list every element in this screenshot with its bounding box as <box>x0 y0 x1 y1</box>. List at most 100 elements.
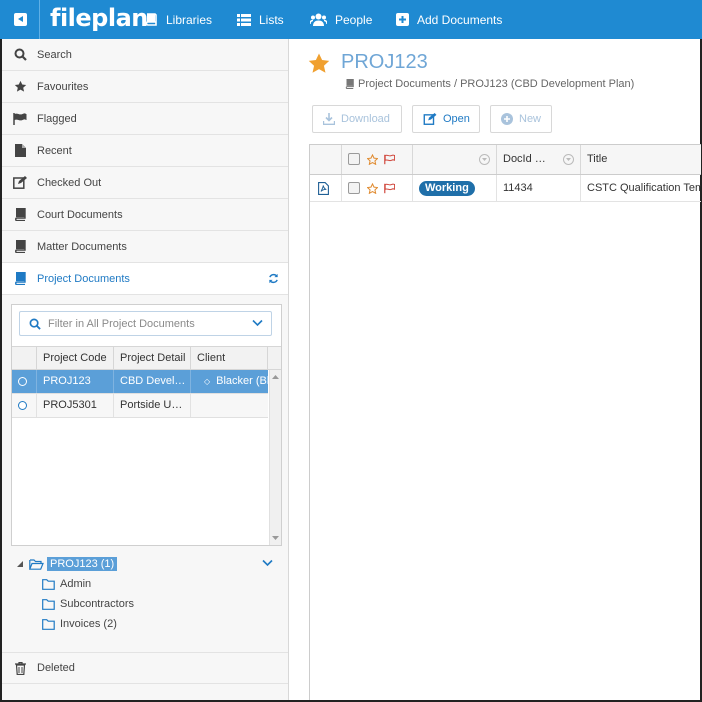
tree-root[interactable]: PROJ123 (1) <box>16 555 118 573</box>
project-panel: Filter in All Project Documents Project … <box>11 304 282 546</box>
icon-column-header <box>310 145 342 174</box>
sidebar-item-deleted[interactable]: Deleted <box>2 652 288 684</box>
favourite-star-icon[interactable] <box>308 53 330 74</box>
nav-lists-label: Lists <box>259 12 284 27</box>
flag-outline-icon[interactable] <box>384 154 396 165</box>
sidebar-item-label: Court Documents <box>37 208 123 221</box>
star-outline-icon[interactable] <box>366 182 379 194</box>
refresh-icon[interactable] <box>268 273 279 284</box>
nav-libraries[interactable]: Libraries <box>145 0 212 39</box>
sidebar-item-project-documents[interactable]: Project Documents <box>2 263 288 295</box>
client-cell <box>190 394 268 417</box>
book-icon <box>15 272 26 285</box>
select-all-checkbox[interactable] <box>348 153 360 166</box>
expand-arrow-icon[interactable] <box>16 560 24 568</box>
new-button[interactable]: New <box>490 105 552 133</box>
project-row[interactable]: PROJ5301 Portside U… <box>12 394 268 418</box>
sidebar-item-checked-out[interactable]: Checked Out <box>2 167 288 199</box>
project-code-cell: PROJ5301 <box>36 394 113 417</box>
download-label: Download <box>341 113 390 125</box>
edit-icon <box>13 176 27 189</box>
scroll-up-icon[interactable] <box>270 373 281 381</box>
row-radio[interactable] <box>18 401 27 410</box>
column-header-project-detail[interactable]: Project Detail <box>113 347 190 370</box>
sidebar-item-matter-documents[interactable]: Matter Documents <box>2 231 288 263</box>
sidebar-item-label: Flagged <box>37 112 77 125</box>
select-column-header <box>12 347 36 370</box>
documents-grid-header: DocId … Title <box>310 144 701 175</box>
nav-add-documents-label: Add Documents <box>417 12 503 27</box>
tree-folder-admin[interactable]: Admin <box>42 575 91 593</box>
flag-outline-icon[interactable] <box>384 183 396 194</box>
collapse-sidebar-button[interactable] <box>2 0 40 39</box>
filter-placeholder: Filter in All Project Documents <box>48 317 195 330</box>
row-radio[interactable] <box>18 377 27 386</box>
tree-folder-label: Subcontractors <box>60 598 134 610</box>
tree-folder-invoices[interactable]: Invoices (2) <box>42 615 117 633</box>
status-column-header[interactable] <box>413 145 497 174</box>
column-header-project-code[interactable]: Project Code <box>36 347 113 370</box>
column-header-docid[interactable]: DocId … <box>497 145 581 174</box>
book-icon <box>15 240 26 253</box>
chevron-down-icon[interactable] <box>252 319 263 327</box>
project-filter-input[interactable]: Filter in All Project Documents <box>19 311 272 336</box>
book-icon <box>345 79 354 89</box>
folder-icon <box>42 598 55 610</box>
column-header-title[interactable]: Title <box>581 145 701 174</box>
title-cell: CSTC Qualification Tem <box>587 182 701 194</box>
document-row[interactable]: Working 11434 CSTC Qualification Tem <box>310 175 701 202</box>
project-grid-header: Project Code Project Detail Client <box>12 346 281 370</box>
download-button[interactable]: Download <box>312 105 402 133</box>
project-row[interactable]: PROJ123 CBD Devel… ◇ Blacker (Bl <box>12 370 268 394</box>
nav-add-documents[interactable]: Add Documents <box>396 0 502 39</box>
row-checkbox[interactable] <box>348 182 360 195</box>
folder-icon <box>42 578 55 590</box>
book-icon <box>145 13 157 26</box>
edit-icon <box>423 113 437 125</box>
folder-icon <box>42 618 55 630</box>
nav-people-label: People <box>335 12 373 27</box>
main-content: PROJ123 Project Documents / PROJ123 (CBD… <box>290 39 701 700</box>
plus-circle-icon <box>501 113 513 125</box>
pdf-icon <box>318 181 329 195</box>
open-button[interactable]: Open <box>412 105 480 133</box>
scroll-down-icon[interactable] <box>270 534 281 542</box>
sidebar-item-label: Project Documents <box>37 272 130 285</box>
filter-icon[interactable] <box>563 154 574 165</box>
status-badge: Working <box>419 180 475 196</box>
tree-folder-label: Admin <box>60 578 92 590</box>
search-icon <box>14 48 27 61</box>
tree-folder-subcontractors[interactable]: Subcontractors <box>42 595 134 613</box>
app-logo[interactable]: fileplan <box>50 4 148 32</box>
nav-people[interactable]: People <box>310 0 372 39</box>
flag-icon <box>13 112 27 125</box>
project-code-cell: PROJ123 <box>36 370 113 393</box>
sidebar-item-search[interactable]: Search <box>2 39 288 71</box>
filter-icon[interactable] <box>479 154 490 165</box>
sidebar-item-label: Search <box>37 48 72 61</box>
tree-folder-label: Invoices (2) <box>60 618 117 630</box>
sidebar-item-label: Matter Documents <box>37 240 127 253</box>
docid-header-label: DocId … <box>503 153 546 165</box>
nav-lists[interactable]: Lists <box>237 0 284 39</box>
docid-cell: 11434 <box>497 175 581 201</box>
star-icon <box>14 80 26 92</box>
book-icon <box>15 208 26 221</box>
vertical-scrollbar[interactable] <box>269 370 281 545</box>
sidebar-item-label: Checked Out <box>37 176 102 189</box>
sidebar-item-recent[interactable]: Recent <box>2 135 288 167</box>
diamond-icon: ◇ <box>204 377 211 386</box>
sidebar-item-flagged[interactable]: Flagged <box>2 103 288 135</box>
client-cell-text: Blacker (Bl <box>216 375 268 387</box>
project-detail-cell: CBD Devel… <box>113 370 190 393</box>
new-label: New <box>519 113 542 125</box>
plus-square-icon <box>396 13 409 26</box>
star-outline-icon[interactable] <box>366 153 379 165</box>
column-header-client[interactable]: Client <box>190 347 267 370</box>
chevron-down-icon[interactable] <box>262 559 273 567</box>
sidebar-item-label: Favourites <box>37 80 89 93</box>
sidebar-item-court-documents[interactable]: Court Documents <box>2 199 288 231</box>
select-column-header <box>342 145 413 174</box>
open-label: Open <box>443 113 470 125</box>
sidebar-item-favourites[interactable]: Favourites <box>2 71 288 103</box>
